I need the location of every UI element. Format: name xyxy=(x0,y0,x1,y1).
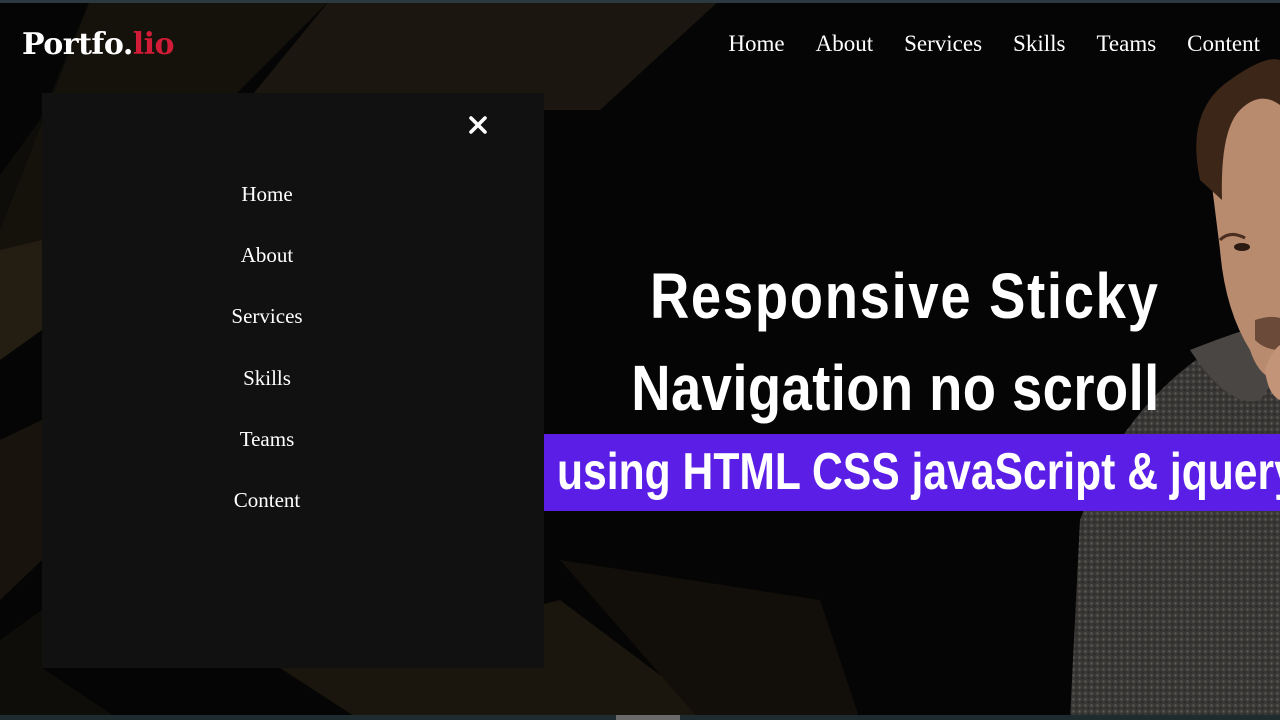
horizontal-scrollbar-thumb[interactable] xyxy=(616,715,680,720)
nav-link-home[interactable]: Home xyxy=(728,30,784,58)
drawer-item-teams[interactable]: Teams xyxy=(42,424,492,485)
side-drawer-menu: Home About Services Skills Teams Content xyxy=(42,93,544,668)
close-button[interactable] xyxy=(467,114,489,136)
drawer-item-about[interactable]: About xyxy=(42,240,492,301)
drawer-menu-list: Home About Services Skills Teams Content xyxy=(42,179,492,546)
nav-link-about[interactable]: About xyxy=(816,30,874,58)
nav-link-services[interactable]: Services xyxy=(904,30,982,58)
window-top-edge xyxy=(0,0,1280,3)
hero-banner-text: using HTML CSS javaScript & jquery xyxy=(557,443,1280,501)
logo[interactable]: Portfo.lio xyxy=(22,25,175,65)
close-icon xyxy=(469,116,487,134)
hero-title-line-1: Responsive Sticky xyxy=(650,260,1160,332)
drawer-item-skills[interactable]: Skills xyxy=(42,363,492,424)
drawer-item-home[interactable]: Home xyxy=(42,179,492,240)
nav-link-skills[interactable]: Skills xyxy=(1013,30,1065,58)
page: Portfo.lio Home About Services Skills Te… xyxy=(0,0,1280,720)
logo-accent: lio xyxy=(132,27,175,62)
drawer-item-content[interactable]: Content xyxy=(42,485,492,546)
logo-main: Portfo. xyxy=(22,27,133,62)
drawer-item-services[interactable]: Services xyxy=(42,301,492,362)
hero-title-line-2: Navigation no scroll xyxy=(631,352,1160,424)
